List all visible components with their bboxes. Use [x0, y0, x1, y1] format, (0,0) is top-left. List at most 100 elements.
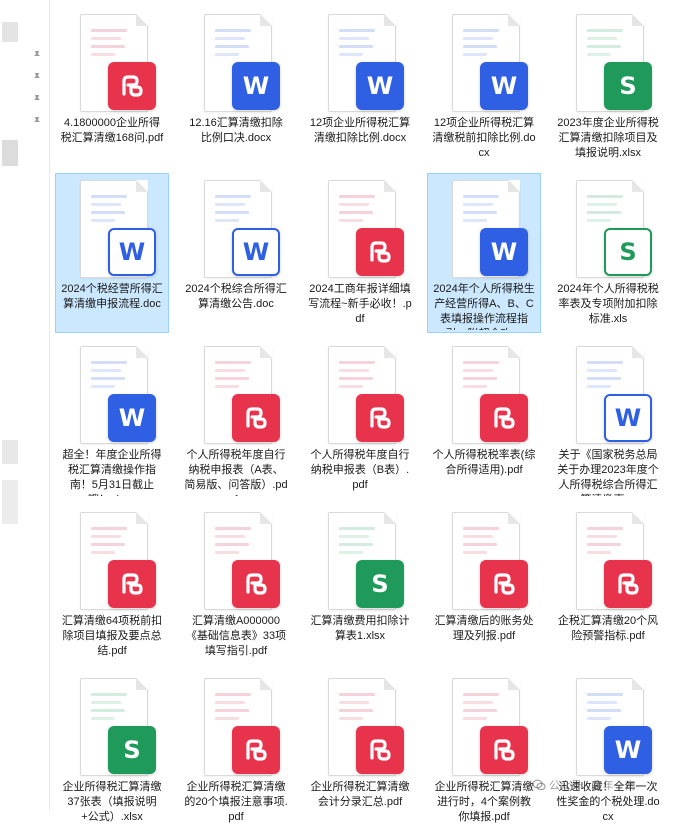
file-name: 超全！年度企业所得税汇算清缴操作指南！5月31日截止哦！.docx	[62, 449, 162, 496]
file-item[interactable]: W 2024个税经营所得汇算清缴申报流程.doc	[55, 173, 169, 333]
file-thumbnail: W	[70, 346, 156, 454]
word-icon: W	[480, 62, 528, 110]
file-item[interactable]: 4.1800000企业所得税汇算清缴168问.pdf	[56, 8, 168, 166]
file-item[interactable]: S 2024年个人所得税税率表及专项附加扣除标准.xls	[552, 174, 664, 332]
pin-icon	[32, 116, 42, 126]
word-glyph: W	[490, 238, 518, 266]
excel-glyph: S	[619, 72, 637, 100]
file-name: 2024年个人所得税生产经营所得A、B、C表填报操作流程指引，附超全攻…	[433, 283, 535, 330]
file-item[interactable]: 汇算清缴64项税前扣除项目填报及要点总结.pdf	[56, 506, 168, 664]
blurred-nav-item[interactable]	[2, 440, 18, 464]
file-name: 汇算清缴A000000《基础信息表》33项填写指引.pdf	[185, 615, 287, 657]
word-glyph: W	[242, 238, 270, 266]
word-icon: W	[232, 62, 280, 110]
file-thumbnail: W	[442, 14, 528, 122]
file-item[interactable]: 汇算清缴A000000《基础信息表》33项填写指引.pdf	[180, 506, 292, 664]
file-thumbnail: S	[566, 14, 652, 122]
file-name: 企业所得税汇算清缴37张表（填报说明+公式）.xlsx	[62, 781, 162, 823]
file-thumbnail	[442, 512, 528, 620]
file-thumbnail	[318, 678, 404, 786]
file-item[interactable]: 企业所得税汇算清缴的20个填报注意事项.pdf	[180, 672, 292, 830]
file-thumbnail: W	[566, 678, 652, 786]
file-name: 企税汇算清缴20个风险预警指标.pdf	[557, 615, 659, 642]
pin-icon	[32, 50, 42, 60]
file-thumbnail	[70, 512, 156, 620]
file-name: 12项企业所得税汇算清缴税前扣除比例.docx	[432, 117, 536, 159]
pin-icon	[32, 94, 42, 104]
file-item[interactable]: W 12项企业所得税汇算清缴扣除比例.docx	[304, 8, 416, 166]
file-item[interactable]: 2024工商年报详细填写流程~新手必收！.pdf	[304, 174, 416, 332]
word-icon: W	[604, 394, 652, 442]
file-item[interactable]: W 迅速收藏！全年一次性奖金的个税处理.docx	[552, 672, 664, 830]
file-item[interactable]: 企业所得税汇算清缴会计分录汇总.pdf	[304, 672, 416, 830]
file-item[interactable]: W 关于《国家税务总局关于办理2023年度个人所得税综合所得汇算清缴事…	[552, 340, 664, 498]
pin-icon	[32, 72, 42, 82]
file-name: 个人所得税年度自行纳税申报表（A表、简易版、问答版）.pdf	[184, 449, 288, 496]
file-item[interactable]: W 12项企业所得税汇算清缴税前扣除比例.docx	[428, 8, 540, 166]
file-item[interactable]: W 12.16汇算清缴扣除比例口决.docx	[180, 8, 292, 166]
file-thumbnail: S	[318, 512, 404, 620]
file-item[interactable]: S 2023年度企业所得税汇算清缴扣除项目及填报说明.xlsx	[552, 8, 664, 166]
file-thumbnail	[70, 14, 156, 122]
file-item[interactable]: W 2024个税综合所得汇算清缴公告.doc	[180, 174, 292, 332]
file-name: 企业所得税汇算清缴进行时，4个案例教你填报.pdf	[434, 781, 534, 823]
file-thumbnail	[194, 678, 280, 786]
file-item[interactable]: 个人所得税年度自行纳税申报表（A表、简易版、问答版）.pdf	[180, 340, 292, 498]
excel-icon: S	[604, 62, 652, 110]
word-glyph: W	[366, 72, 394, 100]
file-name: 关于《国家税务总局关于办理2023年度个人所得税综合所得汇算清缴事…	[557, 449, 659, 496]
file-item[interactable]: S 汇算清缴费用扣除计算表1.xlsx	[304, 506, 416, 664]
blurred-nav-item[interactable]	[2, 480, 18, 524]
pdf-icon	[604, 560, 652, 608]
pdf-icon	[232, 394, 280, 442]
file-item[interactable]: W 2024年个人所得税生产经营所得A、B、C表填报操作流程指引，附超全攻…	[427, 173, 541, 333]
pdf-icon	[480, 726, 528, 774]
watermark-text: 公众号 · 金年一南	[549, 780, 636, 792]
excel-icon: S	[108, 726, 156, 774]
file-item[interactable]: W 超全！年度企业所得税汇算清缴操作指南！5月31日截止哦！.docx	[56, 340, 168, 498]
file-item[interactable]: 汇算清缴后的账务处理及列报.pdf	[428, 506, 540, 664]
file-thumbnail: W	[70, 180, 156, 288]
word-icon: W	[356, 62, 404, 110]
word-icon: W	[232, 228, 280, 276]
file-thumbnail	[442, 346, 528, 454]
blurred-nav-item[interactable]	[2, 140, 18, 166]
file-name: 12项企业所得税汇算清缴扣除比例.docx	[309, 117, 411, 144]
pdf-icon	[232, 560, 280, 608]
blurred-nav-item[interactable]	[2, 22, 18, 42]
file-item[interactable]: S 企业所得税汇算清缴37张表（填报说明+公式）.xlsx	[56, 672, 168, 830]
word-glyph: W	[490, 72, 518, 100]
file-grid: 4.1800000企业所得税汇算清缴168问.pdf W 12.16汇算清缴扣除比例…	[55, 8, 695, 823]
excel-glyph: S	[619, 238, 637, 266]
file-name: 2024个税经营所得汇算清缴申报流程.doc	[61, 283, 163, 310]
word-icon: W	[604, 726, 652, 774]
file-name: 2023年度企业所得税汇算清缴扣除项目及填报说明.xlsx	[557, 117, 659, 159]
file-thumbnail: S	[70, 678, 156, 786]
file-name: 汇算清缴费用扣除计算表1.xlsx	[310, 615, 410, 642]
word-glyph: W	[614, 736, 642, 764]
file-thumbnail: S	[566, 180, 652, 288]
file-item[interactable]: 个人所得税年度自行纳税申报表（B表）.pdf	[304, 340, 416, 498]
file-thumbnail: W	[194, 14, 280, 122]
word-glyph: W	[118, 238, 146, 266]
file-name: 2024年个人所得税税率表及专项附加扣除标准.xls	[557, 283, 659, 325]
file-item[interactable]: 企税汇算清缴20个风险预警指标.pdf	[552, 506, 664, 664]
navigation-pane	[0, 0, 50, 811]
file-name: 12.16汇算清缴扣除比例口决.docx	[189, 117, 283, 144]
excel-glyph: S	[123, 736, 141, 764]
excel-icon: S	[604, 228, 652, 276]
file-name: 个人所得税税率表(综合所得适用).pdf	[432, 449, 536, 476]
pdf-icon	[108, 62, 156, 110]
pane-divider	[49, 0, 50, 811]
file-item[interactable]: 个人所得税税率表(综合所得适用).pdf	[428, 340, 540, 498]
file-thumbnail: W	[318, 14, 404, 122]
file-name: 2024个税综合所得汇算清缴公告.doc	[185, 283, 287, 310]
file-name: 企业所得税汇算清缴会计分录汇总.pdf	[310, 781, 410, 808]
word-glyph: W	[242, 72, 270, 100]
file-item[interactable]: 企业所得税汇算清缴进行时，4个案例教你填报.pdf	[428, 672, 540, 830]
file-thumbnail	[318, 346, 404, 454]
file-thumbnail	[442, 678, 528, 786]
file-thumbnail: W	[566, 346, 652, 454]
watermark: 公众号 · 金年一南	[532, 775, 636, 795]
word-icon: W	[108, 394, 156, 442]
